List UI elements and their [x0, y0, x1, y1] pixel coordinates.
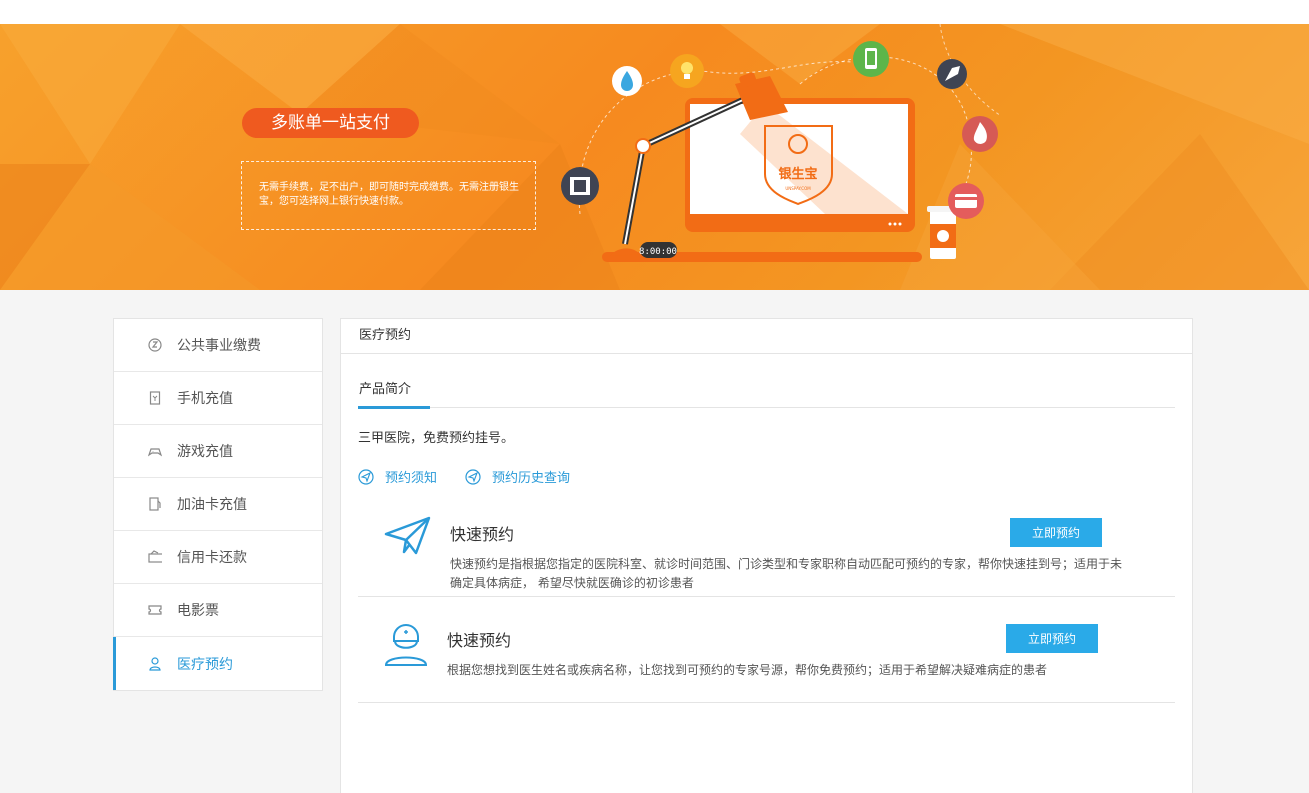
sidebar-item-label: 医疗预约	[177, 656, 233, 673]
ticket-icon	[148, 603, 162, 617]
credit-card-icon	[148, 550, 162, 564]
service-title: 快速预约	[447, 631, 512, 650]
phone-icon	[148, 391, 162, 405]
appointment-history-link[interactable]: 预约历史查询	[465, 467, 570, 486]
sidebar: 公共事业缴费 手机充值 游戏充值 加油卡充值 信用卡还款 电影票 医疗预约	[113, 318, 323, 691]
sidebar-item-utility[interactable]: 公共事业缴费	[114, 319, 322, 372]
send-icon	[465, 468, 481, 485]
sidebar-item-movie[interactable]: 电影票	[114, 584, 322, 637]
medical-panel: 医疗预约 产品简介 三甲医院，免费预约挂号。 预约须知 预约历史查询 快速预约 …	[340, 318, 1193, 793]
gamepad-icon	[148, 444, 162, 458]
service-card-doctor: 快速预约 立即预约 根据您想找到医生姓名或疾病名称，让您找到可预约的专家号源，帮…	[358, 597, 1175, 703]
paper-plane-icon	[384, 516, 431, 555]
sidebar-item-credit-card[interactable]: 信用卡还款	[114, 531, 322, 584]
sidebar-item-label: 手机充值	[177, 391, 233, 407]
fuel-icon	[148, 497, 162, 511]
link-label: 预约历史查询	[492, 471, 571, 486]
sidebar-item-fuel[interactable]: 加油卡充值	[114, 478, 322, 531]
doctor-icon	[148, 656, 162, 671]
link-row: 预约须知 预约历史查询	[358, 467, 598, 486]
tab-active-indicator	[358, 406, 430, 409]
banner-headline: 多账单一站支付	[242, 108, 419, 138]
promo-banner: 多账单一站支付 无需手续费，足不出户，即可随时完成缴费。无需注册银生宝，您可选择…	[0, 24, 1309, 290]
sidebar-item-label: 公共事业缴费	[177, 338, 261, 354]
service-description: 根据您想找到医生姓名或疾病名称，让您找到可预约的专家号源，帮你免费预约；适用于希…	[447, 663, 1048, 677]
service-title: 快速预约	[450, 525, 515, 544]
sidebar-item-label: 电影票	[177, 603, 219, 619]
sidebar-item-label: 加油卡充值	[177, 497, 247, 513]
book-now-button[interactable]: 立即预约	[1006, 624, 1098, 653]
tab-bar: 产品简介	[358, 354, 1175, 409]
banner-illustration: 银生宝 UNSPAY.COM 8:00:00	[561, 24, 1000, 262]
doctor-avatar-icon	[384, 624, 428, 666]
book-now-button[interactable]: 立即预约	[1010, 518, 1102, 547]
banner-description: 无需手续费，足不出户，即可随时完成缴费。无需注册银生宝，您可选择网上银行快速付款…	[241, 161, 536, 230]
tab-product-intro[interactable]: 产品简介	[358, 378, 430, 397]
sidebar-item-phone[interactable]: 手机充值	[114, 372, 322, 425]
utility-icon	[148, 338, 162, 352]
sidebar-item-medical[interactable]: 医疗预约	[113, 637, 322, 690]
link-label: 预约须知	[385, 471, 438, 486]
main-content: 公共事业缴费 手机充值 游戏充值 加油卡充值 信用卡还款 电影票 医疗预约 医疗…	[0, 290, 1309, 793]
svg-text:UNSPAY.COM: UNSPAY.COM	[785, 186, 811, 191]
sidebar-item-label: 信用卡还款	[177, 550, 247, 566]
top-bar	[0, 0, 1309, 24]
product-intro-text: 三甲医院，免费预约挂号。	[358, 431, 515, 446]
send-icon	[358, 468, 374, 485]
sidebar-item-game[interactable]: 游戏充值	[114, 425, 322, 478]
svg-text:银生宝: 银生宝	[778, 166, 817, 182]
svg-text:8:00:00: 8:00:00	[639, 247, 677, 257]
sidebar-item-label: 游戏充值	[177, 444, 233, 460]
appointment-notice-link[interactable]: 预约须知	[358, 467, 437, 486]
service-description: 快速预约是指根据您指定的医院科室、就诊时间范围、门诊类型和专家职称自动匹配可预约…	[450, 557, 1123, 590]
panel-title: 医疗预约	[341, 319, 1192, 354]
service-card-quick: 快速预约 立即预约 快速预约是指根据您指定的医院科室、就诊时间范围、门诊类型和专…	[358, 505, 1175, 597]
